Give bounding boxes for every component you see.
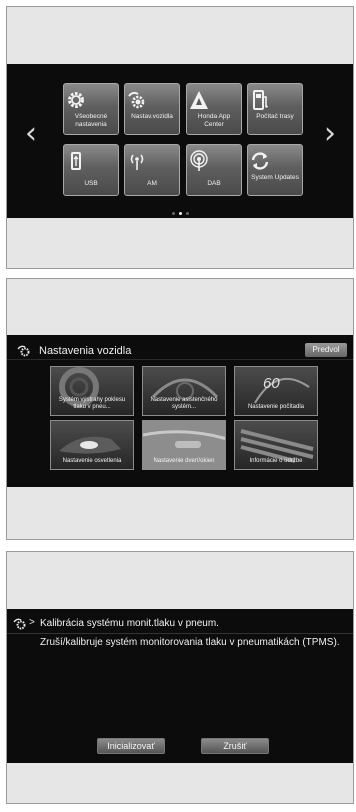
page-indicator-dot-active <box>179 212 182 215</box>
tile-label: Nastav.vozidla <box>131 113 173 120</box>
tile-label: Nastavenie asistenčného systém... <box>150 397 218 410</box>
home-display: ‹ › Všeobecné nastavenia Nastav.vozidla … <box>7 64 353 218</box>
tile-meter-settings[interactable]: 60 Nastavenie počítadla <box>234 366 318 416</box>
prev-page-arrow[interactable]: ‹ <box>25 119 37 149</box>
refresh-icon <box>251 152 269 170</box>
tile-label: Všeobecné nastavenia <box>74 113 108 128</box>
tile-label: Honda App Center <box>197 113 231 128</box>
tile-vehicle-settings[interactable]: Nastav.vozidla <box>124 83 180 135</box>
next-page-arrow[interactable]: › <box>324 119 336 149</box>
tile-maintenance-info[interactable]: Informácie o údržbe <box>234 420 318 470</box>
usb-icon <box>71 152 81 170</box>
tile-label: Nastavenie osvetlenia <box>62 458 122 464</box>
fuel-pump-icon <box>253 90 269 110</box>
tile-dab[interactable]: DAB <box>186 144 242 196</box>
page-title: Nastavenia vozidla <box>39 345 132 357</box>
tile-label: Nastavenie počítadla <box>247 404 305 410</box>
title-divider <box>7 633 353 634</box>
tile-door-window-settings[interactable]: Nastavenie dverí/okien <box>142 420 226 470</box>
tile-system-updates[interactable]: System Updates <box>247 144 303 196</box>
app-center-icon <box>190 91 208 109</box>
tile-honda-app-center[interactable]: Honda App Center <box>186 83 242 135</box>
preset-button[interactable]: Predvol <box>305 343 347 357</box>
tile-tpms-warning[interactable]: Systém výstrahy poklesu tlaku v pneu... <box>50 366 134 416</box>
car-gear-icon <box>17 345 30 357</box>
meter-value: 60 <box>263 375 280 392</box>
title-divider <box>7 359 353 360</box>
tpms-calibration-panel: > Kalibrácia systému monit.tlaku v pneum… <box>6 551 354 804</box>
tile-trip-computer[interactable]: Počítač trasy <box>247 83 303 135</box>
description-text: Zruší/kalibruje systém monitorovania tla… <box>40 637 340 648</box>
tile-label: System Updates <box>251 174 299 181</box>
tile-general-settings[interactable]: Všeobecné nastavenia <box>63 83 119 135</box>
tile-label: AM <box>147 180 157 187</box>
vehicle-settings-display: Nastavenia vozidla Predvol Systém výstra… <box>7 335 353 487</box>
tpms-display: > Kalibrácia systému monit.tlaku v pneum… <box>7 609 353 763</box>
car-gear-icon <box>13 618 26 630</box>
tile-label: DAB <box>207 180 221 187</box>
tile-am[interactable]: AM <box>124 144 180 196</box>
tile-label: Počítač trasy <box>256 113 294 120</box>
tile-label: USB <box>84 180 98 187</box>
tile-lighting-settings[interactable]: Nastavenie osvetlenia <box>50 420 134 470</box>
tile-label: Systém výstrahy poklesu tlaku v pneu... <box>58 397 126 410</box>
tile-label: Nastavenie dverí/okien <box>153 458 215 464</box>
home-screen-panel: ‹ › Všeobecné nastavenia Nastav.vozidla … <box>6 6 354 269</box>
gear-icon <box>68 92 84 108</box>
initialize-button[interactable]: Inicializovať <box>97 738 165 754</box>
cancel-button[interactable]: Zrušiť <box>201 738 269 754</box>
page-title: Kalibrácia systému monit.tlaku v pneum. <box>40 618 219 629</box>
tile-assist-system[interactable]: Nastavenie asistenčného systém... <box>142 366 226 416</box>
tile-usb[interactable]: USB <box>63 144 119 196</box>
dab-radio-icon <box>190 150 208 171</box>
car-gear-icon <box>128 91 145 109</box>
am-radio-icon <box>130 154 144 170</box>
tile-label: Informácie o údržbe <box>249 458 303 464</box>
vehicle-settings-panel: Nastavenia vozidla Predvol Systém výstra… <box>6 278 354 540</box>
page-indicator-dot <box>186 212 189 215</box>
breadcrumb-separator: > <box>29 617 35 628</box>
page-indicator-dot <box>172 212 175 215</box>
